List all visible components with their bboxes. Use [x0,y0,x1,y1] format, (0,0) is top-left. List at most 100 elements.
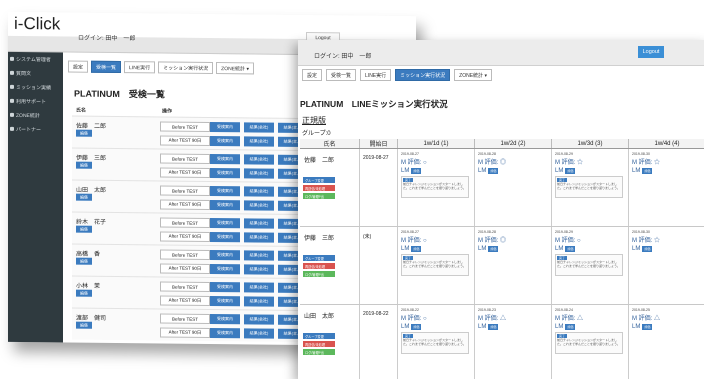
eval-chip[interactable]: 評価 [565,324,576,330]
memo-box[interactable]: 完了 前日チャレンジミッションがスタートしました。これまで学んだことを振り返りま… [555,332,623,354]
result-button[interactable]: 結果(会社) [244,232,274,243]
result-button[interactable]: 受検案内 [210,263,240,275]
mission-eval[interactable]: M 評価: ○ [401,235,472,244]
mission-eval[interactable]: M 評価: △ [478,313,549,322]
result-button[interactable]: 結果(会社) [244,122,274,133]
memo-box[interactable]: 完了 前日チャレンジミッションがスタートしました。これまで学んだことを振り返りま… [555,254,623,276]
result-button[interactable]: 結果(会社) [244,218,274,229]
result-button[interactable]: 結果(会社) [244,200,274,211]
after-test-button[interactable]: After TEST 90日 [160,231,210,242]
lm-label[interactable]: LM [401,324,409,330]
after-test-button[interactable]: After TEST 90日 [160,135,210,146]
group-change-button[interactable]: グループ変更 [303,177,335,183]
eval-chip[interactable]: 評価 [642,324,653,330]
result-button[interactable]: 結果(会社) [244,136,274,147]
edit-button[interactable]: 編集 [76,193,92,201]
after-test-button[interactable]: After TEST 90日 [160,295,210,306]
result-button[interactable]: 受検案内 [210,167,240,179]
result-button[interactable]: 結果(会社) [244,282,274,293]
after-test-button[interactable]: After TEST 90日 [160,167,210,178]
eval-chip[interactable]: 評価 [488,168,499,174]
tab-line-exec[interactable]: LINE実行 [124,61,156,74]
eval-chip[interactable]: 評価 [488,246,499,252]
mission-eval[interactable]: M 評価: ☆ [632,157,703,166]
log-button[interactable]: ログ/管理P出 [303,349,335,355]
result-button[interactable]: 結果(会社) [244,154,274,165]
tab-mission-status[interactable]: ミッション実行状況 [158,61,214,75]
memo-box[interactable]: 完了 前日チャレンジミッションがスタートしました。これまで学んだことを振り返りま… [401,254,469,276]
before-test-button[interactable]: Before TEST [160,281,210,292]
logout-button[interactable]: Logout [638,46,664,58]
eval-chip[interactable]: 評価 [488,324,499,330]
before-test-button[interactable]: Before TEST [160,121,210,132]
result-button[interactable]: 受検案内 [210,295,240,307]
log-button[interactable]: ログ/管理P出 [303,271,335,277]
edit-button[interactable]: 編集 [76,257,92,265]
result-button[interactable]: 受検案内 [210,153,240,165]
mission-eval[interactable]: M 評価: △ [555,313,626,322]
result-button[interactable]: 受検案内 [210,185,240,197]
resend-button[interactable]: 再送信/未処理 [303,341,335,347]
result-button[interactable]: 結果(会社) [244,250,274,261]
eval-chip[interactable]: 評価 [411,168,422,174]
before-test-button[interactable]: Before TEST [160,249,210,260]
tab-zone-stats[interactable]: ZONE統計 ▾ [454,69,492,81]
edit-button[interactable]: 編集 [76,225,92,233]
result-button[interactable]: 結果(会社) [244,296,274,307]
mission-eval[interactable]: M 評価: △ [632,313,703,322]
result-button[interactable]: 受検案内 [210,199,240,211]
mission-eval[interactable]: M 評価: ○ [401,157,472,166]
memo-box[interactable]: 完了 前日チャレンジミッションがスタートしました。これまで学んだことを振り返りま… [401,176,469,198]
edit-button[interactable]: 編集 [76,161,92,169]
sidebar-item-zone[interactable]: ZONE統計 [8,108,63,123]
result-button[interactable]: 受検案内 [210,135,240,147]
result-button[interactable]: 受検案内 [210,231,240,243]
edit-button[interactable]: 編集 [76,129,92,137]
result-button[interactable]: 結果(会社) [244,328,274,339]
after-test-button[interactable]: After TEST 90日 [160,327,210,338]
before-test-button[interactable]: Before TEST [160,185,210,196]
eval-chip[interactable]: 評価 [411,324,422,330]
memo-box[interactable]: 完了 前日チャレンジミッションがスタートしました。これまで学んだことを振り返りま… [401,332,469,354]
tab-settings[interactable]: 設定 [302,69,323,81]
tab-zone-stats[interactable]: ZONE統計 ▾ [216,62,254,75]
result-button[interactable]: 結果(会社) [244,186,274,197]
eval-chip[interactable]: 評価 [642,246,653,252]
lm-label[interactable]: LM [632,168,640,174]
tab-mission-status[interactable]: ミッション実行状況 [395,69,451,81]
sidebar-item-questions[interactable]: 質問文 [8,66,63,81]
lm-label[interactable]: LM [555,246,563,252]
before-test-button[interactable]: Before TEST [160,217,210,228]
lm-label[interactable]: LM [632,246,640,252]
mission-eval[interactable]: M 評価: ☆ [632,235,703,244]
mission-eval[interactable]: M 評価: ○ [555,235,626,244]
result-button[interactable]: 受検案内 [210,327,240,339]
lm-label[interactable]: LM [478,168,486,174]
sidebar-item-support[interactable]: 利用サポート [8,94,63,109]
result-button[interactable]: 受検案内 [210,249,240,261]
tab-line-exec[interactable]: LINE実行 [360,69,392,81]
after-test-button[interactable]: After TEST 90日 [160,199,210,210]
resend-button[interactable]: 再送信/未処理 [303,185,335,191]
log-button[interactable]: ログ/管理P出 [303,193,335,199]
result-button[interactable]: 結果(会社) [244,264,274,275]
sidebar-item-partner[interactable]: パートナー [8,122,63,137]
group-change-button[interactable]: グループ変更 [303,255,335,261]
mission-eval[interactable]: M 評価: ◎ [478,157,549,166]
lm-label[interactable]: LM [632,324,640,330]
result-button[interactable]: 結果(会社) [244,314,274,325]
eval-chip[interactable]: 評価 [565,246,576,252]
mission-eval[interactable]: M 評価: ○ [401,313,472,322]
group-change-button[interactable]: グループ変更 [303,333,335,339]
mission-eval[interactable]: M 評価: ◎ [478,235,549,244]
result-button[interactable]: 受検案内 [210,313,240,325]
lm-label[interactable]: LM [401,246,409,252]
eval-chip[interactable]: 評価 [565,168,576,174]
before-test-button[interactable]: Before TEST [160,153,210,164]
tab-exam-list[interactable]: 受検一覧 [326,69,357,81]
after-test-button[interactable]: After TEST 90日 [160,263,210,274]
result-button[interactable]: 結果(会社) [244,168,274,179]
mission-eval[interactable]: M 評価: ☆ [555,157,626,166]
sidebar-item-missions[interactable]: ミッション実績 [8,80,63,95]
lm-label[interactable]: LM [478,246,486,252]
